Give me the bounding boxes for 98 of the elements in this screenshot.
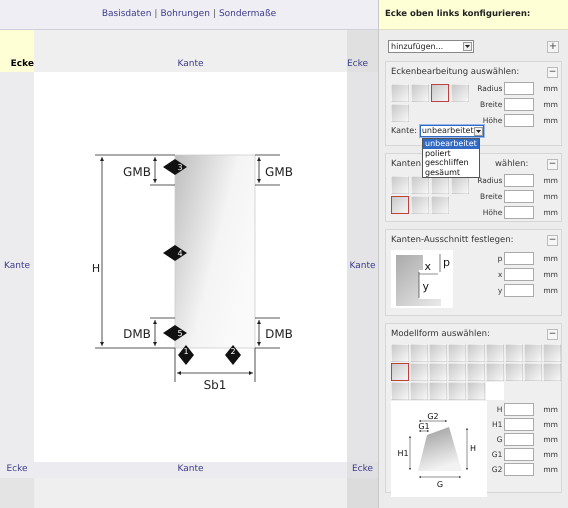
nav-separator: | <box>212 8 216 21</box>
dimension-label: DMB <box>123 327 151 341</box>
dimension-label: GMB <box>265 165 293 179</box>
model-shape-tile[interactable] <box>391 382 409 400</box>
add-select[interactable]: hinzufügen... <box>388 40 474 53</box>
model-shape-tile[interactable] <box>505 363 523 381</box>
model-shape-tile[interactable] <box>429 344 447 362</box>
dimension-label: H <box>92 262 100 275</box>
model-shape-tile[interactable] <box>524 344 542 362</box>
model-shape-tile[interactable] <box>391 344 409 362</box>
input-field[interactable] <box>504 284 534 297</box>
edge-shape-tile[interactable] <box>411 196 429 214</box>
model-shape-tile[interactable] <box>448 363 466 381</box>
model-shape-tile[interactable] <box>410 382 428 400</box>
dropdown-option[interactable]: geschliffen <box>423 158 479 168</box>
dimension-label: H1 <box>397 449 409 458</box>
input-field[interactable] <box>504 403 534 416</box>
model-shape-tile[interactable] <box>467 363 485 381</box>
input-field[interactable] <box>504 114 534 127</box>
input-field[interactable] <box>504 268 534 281</box>
position-marker: 2 <box>225 345 241 365</box>
dimension-label: p <box>443 256 450 269</box>
corner-shape-tile[interactable] <box>451 84 469 102</box>
dropdown-arrow-icon <box>463 42 472 51</box>
edge-shape-tile[interactable] <box>391 176 409 194</box>
dimension-label: G2 <box>427 412 439 421</box>
input-field[interactable] <box>504 174 534 187</box>
position-marker: 4 <box>163 245 187 261</box>
model-shape-tile[interactable] <box>410 363 428 381</box>
dimension-label: GMB <box>123 165 151 179</box>
field-label: Kante: <box>391 125 417 137</box>
section-title: Modellform auswählen: <box>391 328 490 340</box>
panel-title: Ecke oben links konfigurieren: <box>385 8 530 21</box>
model-shape-tile[interactable] <box>467 344 485 362</box>
position-marker: 5 <box>163 325 187 341</box>
collapse-button[interactable]: − <box>547 234 558 246</box>
input-field[interactable] <box>504 82 534 95</box>
model-shape-tile[interactable] <box>467 382 485 400</box>
dropdown-option[interactable]: unbearbeitet <box>423 139 479 148</box>
edge-select[interactable]: unbearbeitet <box>420 125 484 137</box>
model-shape-tile[interactable] <box>429 382 447 400</box>
dropdown-option[interactable]: gesäumt <box>423 168 479 177</box>
collapse-button[interactable]: − <box>547 328 558 340</box>
model-shape-tile[interactable] <box>410 344 428 362</box>
input-field[interactable] <box>504 98 534 111</box>
dropdown-option[interactable]: poliert <box>423 148 479 158</box>
model-shape-tile[interactable] <box>448 344 466 362</box>
nav-link[interactable]: Sondermaße <box>218 8 276 22</box>
model-shape-tile[interactable] <box>486 363 504 381</box>
dimension-label: x <box>424 260 431 273</box>
model-shape-tile[interactable] <box>448 382 466 400</box>
position-marker: 1 <box>178 345 194 365</box>
dimension-label: DMB <box>265 327 293 341</box>
add-button[interactable]: + <box>547 40 559 52</box>
dimension-label: y <box>422 280 429 293</box>
input-field[interactable] <box>504 418 534 431</box>
dropdown-arrow-icon <box>474 126 483 136</box>
input-field[interactable] <box>504 463 534 476</box>
model-shape-tile[interactable] <box>391 363 409 381</box>
dimension-label: H <box>470 444 476 453</box>
model-shape-tile[interactable] <box>505 344 523 362</box>
input-field[interactable] <box>504 433 534 446</box>
edge-label[interactable]: Kante <box>177 463 204 477</box>
input-field[interactable] <box>504 190 534 203</box>
position-marker: 3 <box>163 159 187 175</box>
dimension-line <box>409 420 468 478</box>
dimension-label: G <box>436 480 444 489</box>
input-field[interactable] <box>504 448 534 461</box>
section-title: Kanten-Ausschnitt festlegen: <box>391 234 514 246</box>
corner-shape-tile[interactable] <box>391 84 409 102</box>
input-field[interactable] <box>504 206 534 219</box>
model-shape-tile[interactable] <box>543 363 561 381</box>
section-title: Eckenbearbeitung auswählen: <box>391 66 520 78</box>
edge-shape-tile[interactable] <box>431 196 449 214</box>
nav-link[interactable]: Bohrungen <box>160 8 210 22</box>
corner-shape-tile[interactable] <box>411 84 429 102</box>
edge-shape-tile[interactable] <box>411 176 429 194</box>
model-shape-tile[interactable] <box>429 363 447 381</box>
collapse-button[interactable]: − <box>547 66 558 78</box>
section-title: wählen: <box>494 158 528 170</box>
edge-label[interactable]: Kante <box>4 260 30 274</box>
corner-shape-tile[interactable] <box>391 104 409 122</box>
dimension-arrow <box>150 156 176 186</box>
edge-label[interactable]: Kante <box>177 58 204 71</box>
dimension-label: Sb1 <box>204 378 226 392</box>
section-title: Kanten <box>391 158 421 170</box>
corner-shape-tile[interactable] <box>431 84 449 102</box>
dimension-arrow <box>150 318 176 346</box>
model-shape-tile[interactable] <box>524 363 542 381</box>
edge-label[interactable]: Kante <box>349 260 376 274</box>
input-field[interactable] <box>504 252 534 265</box>
nav-link[interactable]: Basisdaten <box>102 8 152 22</box>
edge-shape-tile[interactable] <box>391 196 409 214</box>
nav-separator: | <box>154 8 158 21</box>
collapse-button[interactable]: − <box>547 158 558 170</box>
model-shape-tile[interactable] <box>543 344 561 362</box>
dimension-label: G1 <box>418 422 430 431</box>
model-shape-tile[interactable] <box>486 344 504 362</box>
